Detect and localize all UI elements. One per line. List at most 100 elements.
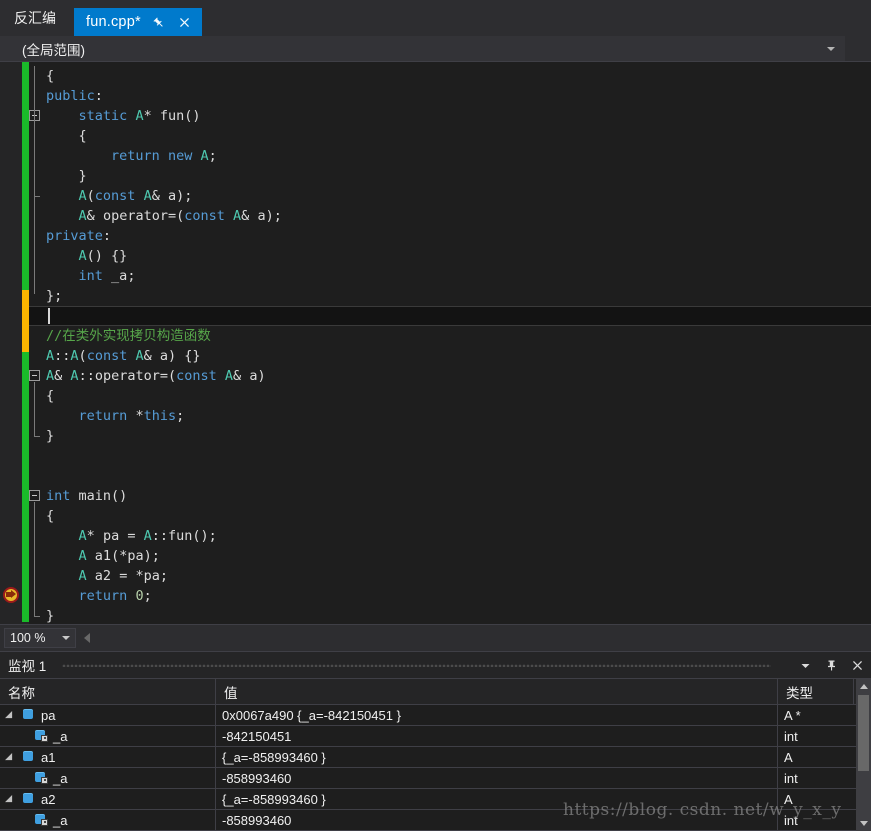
code-line: } — [78, 168, 87, 184]
code-line: { — [78, 128, 87, 144]
watch-panel-header: 监视 1 — [0, 652, 871, 678]
close-icon[interactable] — [177, 14, 193, 30]
watch-row[interactable]: a2 {_a=-858993460 } A — [0, 789, 871, 810]
watch-panel-title: 监视 1 — [8, 659, 47, 674]
block-structure-line — [34, 66, 35, 294]
code-line: }; — [46, 288, 63, 304]
text-caret — [48, 308, 50, 324]
watch-grid[interactable]: 名称 值 类型 pa 0x0067a490 {_a=-842150451 } A *… — [0, 678, 871, 831]
watch-panel: 监视 1 名称 值 类型 pa 0x0067a490 {_a=-84215045… — [0, 651, 871, 831]
fold-toggle-icon[interactable] — [29, 490, 40, 501]
scroll-up-icon[interactable] — [856, 679, 871, 694]
editor-status-bar: 100 % — [0, 624, 871, 651]
code-line: A() {} — [78, 248, 128, 264]
chevron-down-icon[interactable] — [798, 658, 813, 673]
watch-grid-header: 名称 值 类型 — [0, 679, 871, 705]
pin-icon[interactable] — [151, 14, 167, 30]
tab-fun-cpp[interactable]: fun.cpp* — [74, 8, 202, 36]
watch-cell-type: A * — [784, 707, 801, 723]
private-variable-icon — [34, 729, 48, 743]
code-line: { — [46, 508, 55, 524]
watch-row[interactable]: _a -842150451 int — [0, 726, 871, 747]
code-editor[interactable]: {public: static A* fun() { return new A;… — [0, 62, 871, 624]
watch-cell-type: int — [784, 728, 798, 744]
expander-icon[interactable] — [8, 753, 17, 762]
code-line: A::A(const A& a) {} — [46, 348, 201, 364]
watch-cell-value[interactable]: -858993460 — [216, 768, 778, 788]
tab-fun-cpp-label: fun.cpp* — [86, 14, 141, 30]
watch-cell-type: A — [784, 749, 793, 765]
watch-name-text: _a — [53, 728, 68, 744]
watch-row[interactable]: pa 0x0067a490 {_a=-842150451 } A * — [0, 705, 871, 726]
column-header-name[interactable]: 名称 — [0, 679, 216, 704]
tab-disassembly[interactable]: 反汇编 — [0, 0, 74, 36]
code-folding-gutter[interactable] — [29, 62, 46, 624]
watch-cell-value[interactable]: {_a=-858993460 } — [216, 789, 778, 809]
close-icon[interactable] — [850, 658, 865, 673]
code-line: A a2 = *pa; — [78, 568, 169, 584]
expander-icon[interactable] — [8, 711, 17, 720]
change-tracking-gutter — [22, 62, 29, 624]
watch-cell-value[interactable]: {_a=-858993460 } — [216, 747, 778, 767]
tab-disassembly-label: 反汇编 — [14, 10, 56, 26]
code-text-area[interactable]: {public: static A* fun() { return new A;… — [46, 62, 871, 624]
scope-bar-edge — [845, 36, 871, 61]
breakpoint-gutter[interactable] — [0, 62, 22, 624]
watch-cell-value[interactable]: -858993460 — [216, 810, 778, 830]
scope-value: (全局范围) — [22, 42, 85, 58]
variable-icon — [22, 750, 36, 764]
fold-region-end — [34, 616, 40, 617]
code-line: //在类外实现拷贝构造函数 — [46, 328, 211, 344]
fold-region-end — [34, 436, 40, 437]
block-structure-line — [34, 386, 35, 430]
code-line: static A* fun() — [78, 108, 201, 124]
fold-toggle-icon[interactable] — [29, 370, 40, 381]
zoom-level-control[interactable]: 100 % — [4, 628, 76, 648]
code-line: A& A::operator=(const A& a) — [46, 368, 266, 384]
current-line-highlight — [29, 306, 871, 326]
block-structure-line — [34, 506, 35, 616]
watch-name-text: _a — [53, 812, 68, 828]
watch-row[interactable]: _a -858993460 int — [0, 768, 871, 789]
zoom-level-value: 100 % — [10, 631, 46, 645]
watch-cell-name[interactable]: a1 — [0, 747, 216, 767]
horizontal-scroll-left-icon[interactable] — [84, 633, 90, 643]
private-variable-icon — [34, 771, 48, 785]
watch-cell-type: A — [784, 791, 793, 807]
chevron-down-icon[interactable] — [62, 636, 70, 640]
scope-bar[interactable]: (全局范围) — [0, 36, 871, 62]
code-line: A a1(*pa); — [78, 548, 160, 564]
watch-row[interactable]: a1 {_a=-858993460 } A — [0, 747, 871, 768]
column-header-value[interactable]: 值 — [216, 679, 778, 704]
watch-panel-tools — [798, 652, 865, 678]
watch-vertical-scrollbar[interactable] — [856, 679, 871, 831]
watch-cell-value[interactable]: -842150451 — [216, 726, 778, 746]
code-line: } — [46, 428, 55, 444]
code-line: A& operator=(const A& a); — [78, 208, 282, 224]
change-marker — [22, 62, 29, 290]
expander-icon[interactable] — [8, 795, 17, 804]
chevron-down-icon[interactable] — [827, 46, 835, 51]
pin-icon[interactable] — [824, 658, 839, 673]
scrollbar-thumb[interactable] — [858, 695, 869, 771]
code-line: int main() — [46, 488, 128, 504]
visual-studio-window: 反汇编 fun.cpp* (全局范围) {public: static A* f… — [0, 0, 871, 831]
watch-cell-value[interactable]: 0x0067a490 {_a=-842150451 } — [216, 705, 778, 725]
breakpoint-current-statement-icon[interactable] — [3, 587, 19, 603]
watch-cell-name[interactable]: pa — [0, 705, 216, 725]
watch-name-text: a2 — [41, 791, 56, 807]
drag-handle[interactable] — [62, 664, 771, 667]
variable-icon — [22, 708, 36, 722]
watch-cell-name[interactable]: _a — [0, 810, 216, 830]
watch-row[interactable]: _a -858993460 int — [0, 810, 871, 831]
scroll-down-icon[interactable] — [856, 816, 871, 831]
watch-cell-name[interactable]: a2 — [0, 789, 216, 809]
column-header-type[interactable]: 类型 — [778, 679, 854, 704]
code-line: A* pa = A::fun(); — [78, 528, 217, 544]
watch-cell-name[interactable]: _a — [0, 726, 216, 746]
watch-cell-name[interactable]: _a — [0, 768, 216, 788]
code-line: int _a; — [78, 268, 136, 284]
change-marker — [22, 290, 29, 352]
